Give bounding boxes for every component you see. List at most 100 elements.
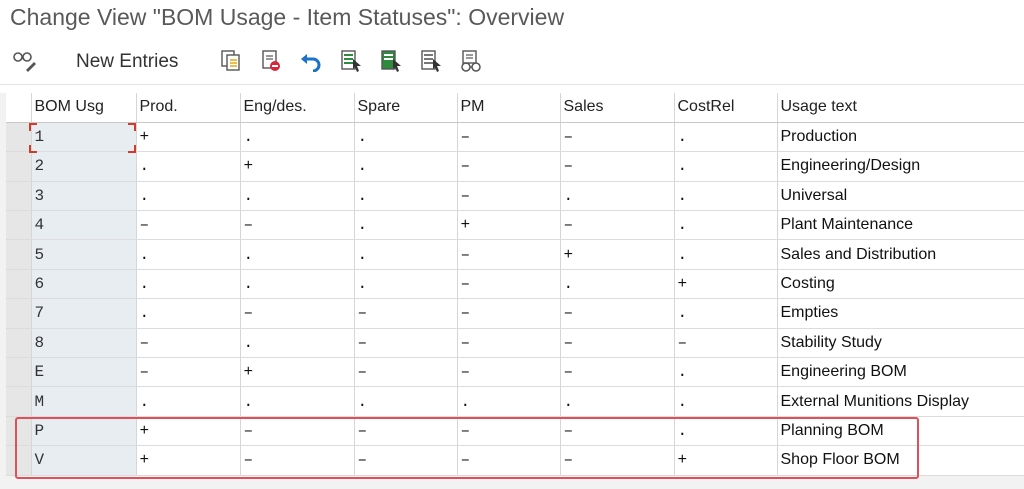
pm-cell[interactable]: – [457,298,561,329]
row-selector[interactable] [6,328,32,359]
row-selector[interactable] [6,181,32,212]
cost-rel-cell[interactable]: . [674,386,778,417]
bom-usage-cell[interactable]: 2 [31,151,137,182]
eng-des-cell[interactable]: – [240,210,355,241]
usage-text-cell[interactable]: Engineering BOM [777,357,1024,388]
usage-text-cell[interactable]: Shop Floor BOM [777,445,1024,476]
prod-cell[interactable]: . [136,269,241,300]
bom-usage-cell[interactable]: V [31,445,137,476]
sales-cell[interactable]: – [560,151,675,182]
spare-cell[interactable]: – [354,416,458,447]
table-row[interactable]: 2. +. – –. Engineering/Design [6,151,1024,182]
pm-cell[interactable]: – [457,269,561,300]
usage-text-cell[interactable]: Engineering/Design [777,151,1024,182]
bom-usage-cell[interactable]: 5 [31,239,137,270]
prod-cell[interactable]: . [136,181,241,212]
cost-rel-cell[interactable]: . [674,239,778,270]
table-row[interactable]: P + – – – –. Planning BOM [6,416,1024,447]
pm-cell[interactable]: – [457,416,561,447]
spare-cell[interactable]: . [354,386,458,417]
eng-des-cell[interactable]: . [240,386,355,417]
prod-cell[interactable]: + [136,445,241,476]
copy-icon[interactable] [218,48,244,74]
sales-cell[interactable]: . [560,386,675,417]
prod-cell[interactable]: + [136,416,241,447]
usage-text-cell[interactable]: Sales and Distribution [777,239,1024,270]
undo-icon[interactable] [298,48,324,74]
sales-cell[interactable]: . [560,269,675,300]
bom-usage-cell[interactable]: M [31,386,137,417]
prod-cell[interactable]: – [136,210,241,241]
delete-icon[interactable] [258,48,284,74]
sales-cell[interactable]: – [560,298,675,329]
cost-rel-cell[interactable]: + [674,445,778,476]
spare-cell[interactable]: . [354,122,458,153]
sales-cell[interactable]: – [560,416,675,447]
sales-cell[interactable]: – [560,122,675,153]
cost-rel-cell[interactable]: . [674,357,778,388]
bom-usage-cell[interactable]: 8 [31,328,137,359]
pm-cell[interactable]: – [457,151,561,182]
usage-text-cell[interactable]: Production [777,122,1024,153]
usage-text-cell[interactable]: Plant Maintenance [777,210,1024,241]
table-row[interactable]: 4– –. + –. Plant Maintenance [6,210,1024,241]
cost-rel-cell[interactable]: – [674,328,778,359]
cost-rel-cell[interactable]: . [674,210,778,241]
display-change-icon[interactable] [12,48,38,74]
usage-text-cell[interactable]: Costing [777,269,1024,300]
select-all-icon[interactable] [338,48,364,74]
usage-text-cell[interactable]: Stability Study [777,328,1024,359]
table-row[interactable]: 8–. – – – – Stability Study [6,328,1024,359]
new-entries-button[interactable]: New Entries [76,51,178,73]
deselect-all-icon[interactable] [418,48,444,74]
row-selector[interactable] [6,151,32,182]
cost-rel-cell[interactable]: . [674,151,778,182]
eng-des-cell[interactable]: . [240,269,355,300]
pm-cell[interactable]: – [457,122,561,153]
sales-cell[interactable]: + [560,239,675,270]
column-header-cost-rel[interactable]: CostRel [674,93,778,123]
pm-cell[interactable]: – [457,328,561,359]
column-header-prod[interactable]: Prod. [136,93,241,123]
row-selector[interactable] [6,386,32,417]
spare-cell[interactable]: . [354,210,458,241]
bom-usage-cell[interactable]: E [31,357,137,388]
spare-cell[interactable]: . [354,151,458,182]
cost-rel-cell[interactable]: . [674,298,778,329]
spare-cell[interactable]: . [354,181,458,212]
eng-des-cell[interactable]: . [240,328,355,359]
column-header-bom-usage[interactable]: BOM Usg [31,93,137,123]
row-selector[interactable] [6,298,32,329]
cost-rel-cell[interactable]: . [674,416,778,447]
pm-cell[interactable]: – [457,445,561,476]
row-selector[interactable] [6,210,32,241]
eng-des-cell[interactable]: – [240,445,355,476]
print-icon[interactable] [458,48,484,74]
prod-cell[interactable]: . [136,151,241,182]
sales-cell[interactable]: – [560,210,675,241]
spare-cell[interactable]: – [354,357,458,388]
usage-text-cell[interactable]: Planning BOM [777,416,1024,447]
spare-cell[interactable]: – [354,328,458,359]
eng-des-cell[interactable]: . [240,181,355,212]
column-header-sales[interactable]: Sales [560,93,675,123]
bom-usage-cell[interactable]: 3 [31,181,137,212]
table-row[interactable]: 7. – – – –. Empties [6,298,1024,329]
prod-cell[interactable]: + [136,122,241,153]
table-row[interactable]: 3... –.. Universal [6,181,1024,212]
row-selector[interactable] [6,445,32,476]
eng-des-cell[interactable]: – [240,416,355,447]
row-selector[interactable] [6,239,32,270]
cost-rel-cell[interactable]: . [674,122,778,153]
row-selector[interactable] [6,357,32,388]
prod-cell[interactable]: – [136,357,241,388]
select-all-corner[interactable] [6,93,32,123]
prod-cell[interactable]: . [136,298,241,329]
eng-des-cell[interactable]: + [240,357,355,388]
eng-des-cell[interactable]: . [240,239,355,270]
usage-text-cell[interactable]: Universal [777,181,1024,212]
spare-cell[interactable]: – [354,298,458,329]
pm-cell[interactable]: + [457,210,561,241]
cost-rel-cell[interactable]: . [674,181,778,212]
sales-cell[interactable]: – [560,357,675,388]
